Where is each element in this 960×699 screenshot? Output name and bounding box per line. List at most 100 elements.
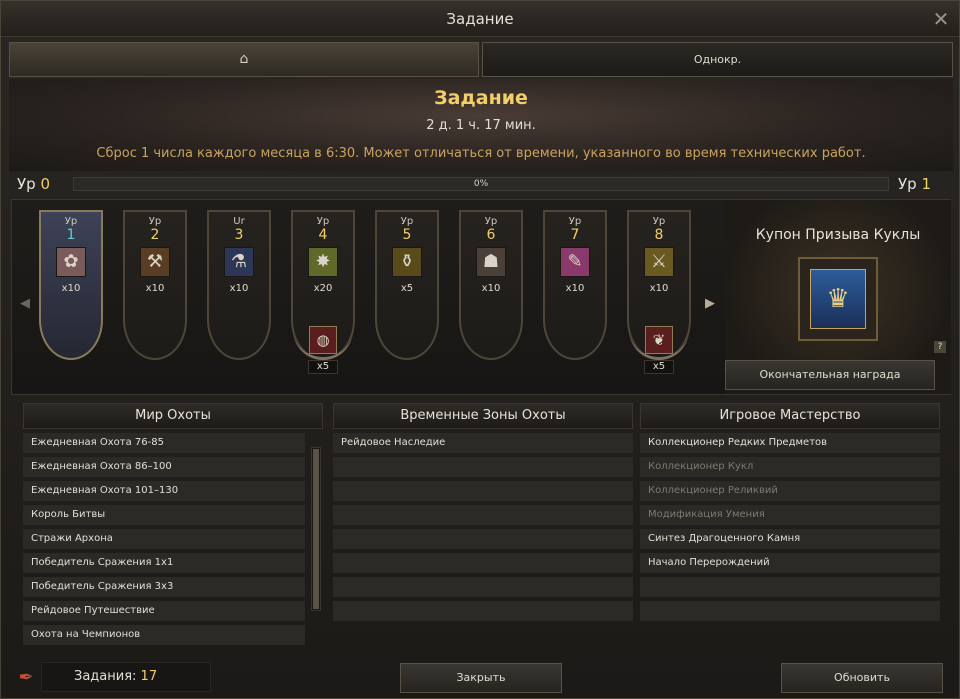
quest-item (333, 505, 633, 525)
close-icon[interactable]: ✕ (931, 9, 951, 29)
quest-item[interactable]: Победитель Сражения 3х3 (23, 577, 305, 597)
window-title: Задание (446, 10, 514, 28)
laurel-icon (293, 326, 353, 360)
slot-level-value: 2 (150, 227, 160, 243)
reward-slot[interactable]: Ур 1 ✿ x10 (39, 210, 103, 360)
slot-quantity: x5 (400, 283, 414, 294)
quest-item[interactable]: Рейдовое Наследие (333, 433, 633, 453)
next-level: Ур 1 (898, 173, 931, 195)
crystal-icon[interactable]: ✸ (308, 247, 338, 277)
slot-level-label: Ур (652, 216, 666, 227)
quest-item[interactable]: Коллекционер Редких Предметов (640, 433, 940, 453)
quest-item[interactable]: Победитель Сражения 1х1 (23, 553, 305, 573)
tab-home[interactable]: ⌂ (9, 42, 479, 77)
rose-icon[interactable]: ✿ (56, 247, 86, 277)
weapon-icon[interactable]: ⚔ (644, 247, 674, 277)
reward-track: ◀ ▶ Купон Призыва Куклы ♛ ? Окончательна… (11, 199, 951, 395)
final-reward-title: Купон Призыва Куклы (755, 227, 921, 243)
quest-column: Временные Зоны Охоты Рейдовое Наследие (333, 403, 633, 649)
quest-item[interactable]: Коллекционер Реликвий (640, 481, 940, 501)
quest-item (640, 601, 940, 621)
refresh-button[interactable]: Обновить (781, 663, 943, 693)
quest-columns: Мир Охоты Ежедневная Охота 76-85 Ежедневна… (23, 403, 943, 649)
reward-slot[interactable]: Ур 7 ✎ x10 (543, 210, 607, 360)
slot-quantity: x10 (481, 283, 501, 294)
quest-item (333, 457, 633, 477)
final-reward-panel: Купон Призыва Куклы ♛ ? Окончательная на… (725, 200, 951, 394)
column-header: Временные Зоны Охоты (333, 403, 633, 429)
slot-quantity: x20 (313, 283, 333, 294)
ticket-icon[interactable]: ✎ (560, 247, 590, 277)
quest-item[interactable]: Рейдовое Путешествие (23, 601, 305, 621)
reward-slot[interactable]: Ур 2 ⚒ x10 (123, 210, 187, 360)
bonus-quantity: x5 (644, 360, 674, 374)
bonus-reward: ◍ x5 (291, 320, 355, 386)
quest-column: Мир Охоты Ежедневная Охота 76-85 Ежедневна… (23, 403, 323, 649)
column-header: Мир Охоты (23, 403, 323, 429)
slot-level-value: 4 (318, 227, 328, 243)
quest-item[interactable]: Король Битвы (23, 505, 305, 525)
slot-quantity: x10 (565, 283, 585, 294)
quest-item (333, 481, 633, 501)
final-reward-button[interactable]: Окончательная награда (725, 360, 935, 390)
slot-level-value: 1 (66, 227, 76, 243)
reward-slot[interactable]: Ур 6 ☗ x10 (459, 210, 523, 360)
mask-icon[interactable]: ☗ (476, 247, 506, 277)
laurel-icon (629, 326, 689, 360)
final-reward-item[interactable]: ♛ (798, 257, 878, 341)
quest-scroll-icon: ✒ (18, 667, 34, 688)
tab-one-time[interactable]: Однокр. (482, 42, 953, 77)
slot-level-label: Ur (233, 216, 245, 227)
current-level: Ур 0 (17, 173, 50, 195)
quest-item[interactable]: Ежедневная Охота 86–100 (23, 457, 305, 477)
quest-window: Задание ✕ ⌂ Однокр. Задание 2 д. 1 ч. 17… (0, 0, 960, 699)
quest-item[interactable]: Стражи Архона (23, 529, 305, 549)
quest-item[interactable]: Модификация Умения (640, 505, 940, 525)
level-progress-row: Ур 0 0% Ур 1 (15, 173, 945, 195)
arrow-right-icon[interactable]: ▶ (705, 296, 715, 311)
slot-level-value: 7 (570, 227, 580, 243)
level-progress-bar: 0% (73, 177, 889, 191)
time-remaining: 2 д. 1 ч. 17 мин. (426, 118, 536, 133)
slot-level-label: Ур (400, 216, 414, 227)
current-level-value: 0 (40, 175, 50, 193)
quest-item[interactable]: Ежедневная Охота 101–130 (23, 481, 305, 501)
slot-level-value: 6 (486, 227, 496, 243)
column-header: Игровое Мастерство (640, 403, 940, 429)
slot-level-value: 5 (402, 227, 412, 243)
quest-count-label: Задания: (74, 669, 137, 684)
slot-level-label: Ур (484, 216, 498, 227)
quest-item[interactable]: Ежедневная Охота 76-85 (23, 433, 305, 453)
reward-slot[interactable]: Ур 5 ⚱ x5 (375, 210, 439, 360)
slot-quantity: x10 (229, 283, 249, 294)
quest-column: Игровое Мастерство Коллекционер Редких Пр… (640, 403, 940, 649)
scrollbar[interactable] (311, 447, 321, 611)
slot-level-value: 8 (654, 227, 664, 243)
close-button[interactable]: Закрыть (400, 663, 562, 693)
reward-slot[interactable]: Ur 3 ⚗ x10 (207, 210, 271, 360)
quest-item (333, 601, 633, 621)
reset-note: Сброс 1 числа каждого месяца в 6:30. Мож… (96, 146, 866, 161)
scroll-icon[interactable]: ⚒ (140, 247, 170, 277)
quest-count: Задания: 17 (41, 662, 211, 692)
elixir-icon[interactable]: ⚱ (392, 247, 422, 277)
quest-item[interactable]: Синтез Драгоценного Камня (640, 529, 940, 549)
footer-bar: ✒ Задания: 17 Закрыть Обновить (1, 657, 959, 699)
quest-item[interactable]: Коллекционер Кукл (640, 457, 940, 477)
next-level-label: Ур (898, 175, 917, 193)
scroll-thumb[interactable] (313, 449, 319, 609)
level-progress-text: 0% (473, 179, 489, 189)
quest-item[interactable]: Начало Перерождений (640, 553, 940, 573)
quest-item (640, 577, 940, 597)
slot-level-label: Ур (64, 216, 78, 227)
slot-quantity: x10 (61, 283, 81, 294)
arrow-left-icon[interactable]: ◀ (20, 296, 30, 311)
potion-icon[interactable]: ⚗ (224, 247, 254, 277)
slot-quantity: x10 (145, 283, 165, 294)
quest-item[interactable]: Охота на Чемпионов (23, 625, 305, 645)
help-icon[interactable]: ? (934, 341, 946, 353)
slot-level-value: 3 (234, 227, 244, 243)
slot-level-label: Ур (148, 216, 162, 227)
title-bar: Задание ✕ (1, 1, 959, 37)
banner-title: Задание (434, 87, 528, 109)
